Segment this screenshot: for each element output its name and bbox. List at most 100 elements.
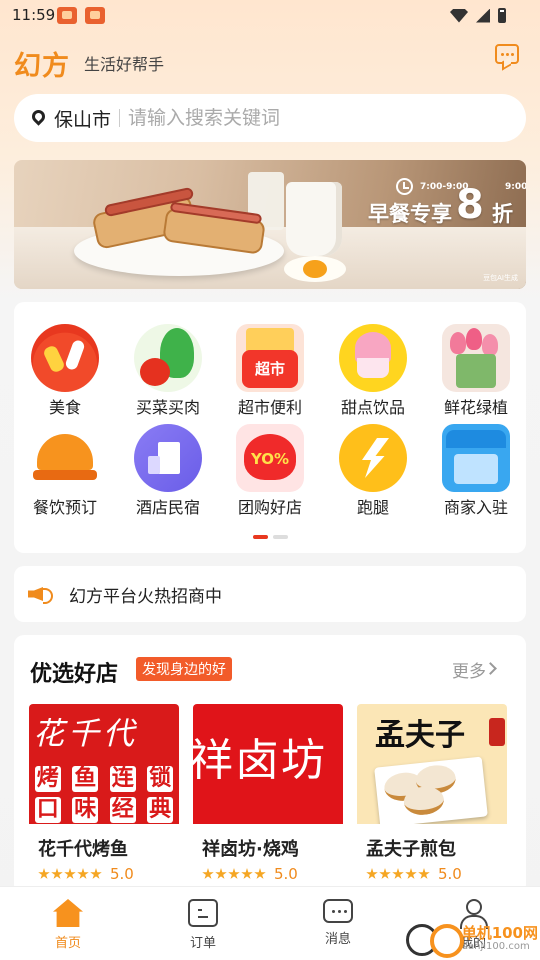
- star-icon: [77, 868, 89, 879]
- store-card[interactable]: 花千代 烤 鱼 连 锁 口 味 经 典 花千代烤鱼 5.0: [29, 704, 179, 894]
- store-sign-char: 经: [109, 797, 136, 823]
- star-icon: [90, 868, 102, 879]
- star-icon: [241, 868, 253, 879]
- featured-stores: 优选好店 发现身边的好 更多 花千代 烤 鱼 连 锁 口 味 经 典 花千代烤鱼: [14, 635, 526, 895]
- store-rating: 5.0: [38, 865, 179, 883]
- tab-home[interactable]: 首页: [28, 899, 108, 951]
- category-errand[interactable]: 跑腿: [323, 424, 423, 517]
- food-icon: [31, 324, 99, 392]
- home-icon: [53, 899, 83, 927]
- watermark-logo-icon: [402, 918, 464, 958]
- errand-icon: [339, 424, 407, 492]
- store-sign: 花千代: [33, 716, 138, 752]
- pager-dot[interactable]: [273, 535, 288, 539]
- star-icon: [418, 868, 430, 879]
- star-icon: [215, 868, 227, 879]
- category-label: 餐饮预订: [32, 498, 97, 517]
- chat-icon: [323, 899, 353, 923]
- category-label: 甜点饮品: [340, 398, 405, 417]
- store-card[interactable]: 孟夫子 孟夫子煎包 5.0: [357, 704, 507, 894]
- banner-time-short: 9:00: [505, 182, 526, 192]
- more-link[interactable]: 更多: [452, 657, 486, 682]
- search-input[interactable]: [128, 107, 429, 129]
- hotel-icon: [134, 424, 202, 492]
- category-hotel[interactable]: 酒店民宿: [118, 424, 218, 517]
- signal-icon: [476, 8, 490, 23]
- store-sign-char: 味: [72, 797, 99, 823]
- battery-icon: [498, 8, 506, 23]
- rating-value: 5.0: [274, 865, 298, 883]
- category-grocery[interactable]: 买菜买肉: [118, 324, 218, 417]
- breakfast-banner[interactable]: 7:00-9:00 9:00 早餐专享 8 折 豆包AI生成: [14, 160, 526, 289]
- pager-dot-active[interactable]: [253, 535, 268, 539]
- banner-ai-note: 豆包AI生成: [483, 274, 518, 282]
- category-label: 商家入驻: [443, 498, 508, 517]
- wifi-icon: [450, 8, 468, 23]
- banner-milk-cup-image: [286, 182, 342, 256]
- banner-egg-image: [284, 256, 346, 282]
- star-icon: [51, 868, 63, 879]
- category-dessert[interactable]: 甜点饮品: [323, 324, 423, 417]
- banner-sandwich-image: [91, 186, 269, 255]
- store-name: 孟夫子煎包: [366, 839, 456, 860]
- tab-orders[interactable]: 订单: [163, 899, 243, 951]
- vegetable-icon: [134, 324, 202, 392]
- chevron-right-icon[interactable]: [484, 662, 497, 675]
- store-card[interactable]: 祥卤坊 祥卤坊·烧鸡 5.0: [193, 704, 343, 894]
- store-name: 花千代烤鱼: [38, 839, 128, 860]
- tab-label: 首页: [54, 936, 81, 951]
- category-label: 酒店民宿: [135, 498, 200, 517]
- star-icon: [228, 868, 240, 879]
- star-icon: [38, 868, 50, 879]
- category-supermarket[interactable]: 超市 超市便利: [220, 324, 320, 417]
- watermark-url: danji100.com: [461, 940, 530, 952]
- message-icon[interactable]: [495, 44, 519, 64]
- store-sign: 孟夫子: [375, 718, 465, 753]
- category-label: 鲜花绿植: [443, 398, 508, 417]
- category-dining[interactable]: 餐饮预订: [15, 424, 115, 517]
- star-icon: [379, 868, 391, 879]
- category-label: 美食: [48, 398, 81, 417]
- store-rating: 5.0: [202, 865, 343, 883]
- dessert-icon: [339, 324, 407, 392]
- store-sign-char: 锁: [147, 766, 174, 792]
- watermark: 单机100网 danji100.com: [402, 918, 538, 958]
- store-sign-char: 烤: [34, 766, 61, 792]
- notice-text: 幻方平台火热招商中: [69, 586, 222, 607]
- location-icon: [29, 106, 48, 126]
- search-divider: [119, 109, 121, 127]
- store-image: 孟夫子: [357, 704, 507, 824]
- category-pager: [253, 535, 288, 539]
- store-seal-image: [489, 718, 505, 746]
- clock-icon: [396, 178, 413, 195]
- store-sign-char: 连: [109, 766, 136, 792]
- category-food[interactable]: 美食: [15, 324, 115, 417]
- category-flower[interactable]: 鲜花绿植: [426, 324, 526, 417]
- star-icon: [366, 868, 378, 879]
- section-title: 优选好店: [30, 662, 119, 687]
- tab-label: 消息: [324, 932, 351, 947]
- notification-app-icon: [57, 7, 77, 24]
- category-grid: 美食 买菜买肉 超市 超市便利 甜点饮品 鲜花绿植 餐饮预订 酒店民宿 YO% …: [14, 302, 526, 553]
- rating-value: 5.0: [110, 865, 134, 883]
- groupbuy-icon: YO%: [236, 424, 304, 492]
- app-logo: 幻方: [14, 51, 70, 82]
- store-dish-image: [374, 756, 488, 824]
- star-icon: [202, 868, 214, 879]
- category-merchant[interactable]: 商家入驻: [426, 424, 526, 517]
- groupbuy-badge: YO%: [244, 434, 296, 480]
- star-icon: [64, 868, 76, 879]
- status-bar: 11:59: [0, 0, 540, 34]
- app-slogan: 生活好帮手: [84, 55, 165, 74]
- store-sign-char: 口: [34, 797, 61, 823]
- notice-bar[interactable]: 幻方平台火热招商中: [14, 566, 526, 622]
- tab-messages[interactable]: 消息: [298, 899, 378, 947]
- dining-icon: [31, 424, 99, 492]
- star-icon: [392, 868, 404, 879]
- supermarket-badge: 超市: [242, 350, 298, 388]
- tab-label: 订单: [189, 936, 216, 951]
- star-icon: [405, 868, 417, 879]
- city-selector[interactable]: 保山市: [54, 105, 111, 132]
- search-bar[interactable]: 保山市: [14, 94, 526, 142]
- category-groupbuy[interactable]: YO% 团购好店: [220, 424, 320, 517]
